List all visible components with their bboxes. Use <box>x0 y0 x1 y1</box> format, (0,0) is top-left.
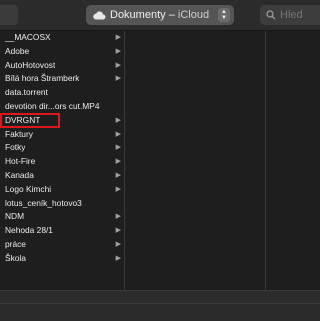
column-3[interactable] <box>266 31 320 290</box>
item-label: Nehoda 28/1 <box>5 225 53 236</box>
item-label: Hot-Fire <box>5 156 36 167</box>
chevron-right-icon: ▶ <box>115 185 121 193</box>
item-label: Faktury <box>5 128 33 139</box>
divider <box>0 303 320 304</box>
folder-item[interactable]: Nehoda 28/1 ▶ <box>0 224 124 238</box>
search-input[interactable] <box>280 9 320 21</box>
chevron-right-icon: ▶ <box>115 171 121 179</box>
folder-item[interactable]: Logo Kimchi ▶ <box>0 183 124 197</box>
icloud-icon <box>93 11 106 20</box>
chevron-right-icon: ▶ <box>115 144 121 152</box>
folder-item[interactable]: Bílá hora Štramberk ▶ <box>0 72 124 86</box>
item-label: Škola <box>5 252 26 263</box>
folder-item[interactable]: Hot-Fire ▶ <box>0 155 124 169</box>
item-label: devotion dir...ors cut.MP4 <box>5 100 100 111</box>
chevron-right-icon: ▶ <box>115 254 121 262</box>
toolbar: Dokumenty – iCloud ▲ ▼ <box>0 0 320 31</box>
location-separator: – <box>165 9 178 21</box>
item-label: Bílá hora Štramberk <box>5 73 80 84</box>
chevron-right-icon: ▶ <box>115 34 121 41</box>
file-item[interactable]: data.torrent <box>0 86 124 100</box>
chevron-right-icon: ▶ <box>115 158 121 166</box>
chevron-down-icon: ▼ <box>221 15 227 21</box>
item-label: data.torrent <box>5 87 48 98</box>
column-1[interactable]: __MACOSX ▶ Adobe ▶ AutoHotovost ▶ Bílá hora Št… <box>0 31 125 290</box>
search-field[interactable] <box>260 5 320 25</box>
item-label: DVRGNT <box>5 114 41 125</box>
item-label: lotus_ceník_hotovo3 <box>5 197 82 208</box>
bottom-bar <box>0 290 320 321</box>
chevron-right-icon: ▶ <box>115 227 121 235</box>
item-label: __MACOSX <box>5 32 51 42</box>
chevron-right-icon: ▶ <box>115 116 121 124</box>
location-label: Dokumenty – iCloud <box>110 9 218 21</box>
item-label: Logo Kimchi <box>5 183 52 194</box>
folder-item[interactable]: práce ▶ <box>0 238 124 252</box>
item-label: AutoHotovost <box>5 59 56 70</box>
folder-item[interactable]: DVRGNT ▶ <box>0 114 124 128</box>
search-icon <box>266 10 276 20</box>
item-label: NDM <box>5 211 25 222</box>
file-item[interactable]: lotus_ceník_hotovo3 <box>0 197 124 211</box>
item-label: práce <box>5 238 26 249</box>
chevron-right-icon: ▶ <box>115 130 121 138</box>
item-label: Adobe <box>5 45 30 56</box>
folder-item[interactable]: __MACOSX ▶ <box>0 31 124 45</box>
folder-item[interactable]: AutoHotovost ▶ <box>0 59 124 73</box>
location-popup[interactable]: Dokumenty – iCloud ▲ ▼ <box>86 5 234 25</box>
column-browser: __MACOSX ▶ Adobe ▶ AutoHotovost ▶ Bílá hora Št… <box>0 31 320 290</box>
chevron-right-icon: ▶ <box>115 75 121 83</box>
location-stepper[interactable]: ▲ ▼ <box>218 8 230 22</box>
back-button[interactable] <box>0 5 18 25</box>
chevron-right-icon: ▶ <box>115 240 121 248</box>
file-list: __MACOSX ▶ Adobe ▶ AutoHotovost ▶ Bílá hora Št… <box>0 31 124 266</box>
chevron-right-icon: ▶ <box>115 213 121 221</box>
folder-item[interactable]: Adobe ▶ <box>0 45 124 59</box>
file-item[interactable]: devotion dir...ors cut.MP4 <box>0 100 124 114</box>
folder-item[interactable]: Faktury ▶ <box>0 128 124 142</box>
location-folder: Dokumenty <box>110 9 166 21</box>
folder-item[interactable]: Škola ▶ <box>0 252 124 266</box>
column-2[interactable] <box>125 31 266 290</box>
chevron-right-icon: ▶ <box>115 61 121 69</box>
location-service: iCloud <box>177 9 210 21</box>
chevron-right-icon: ▶ <box>115 47 121 55</box>
folder-item[interactable]: Kanada ▶ <box>0 169 124 183</box>
folder-item[interactable]: NDM ▶ <box>0 210 124 224</box>
folder-item[interactable]: Fotky ▶ <box>0 141 124 155</box>
item-label: Kanada <box>5 169 34 180</box>
item-label: Fotky <box>5 142 26 153</box>
